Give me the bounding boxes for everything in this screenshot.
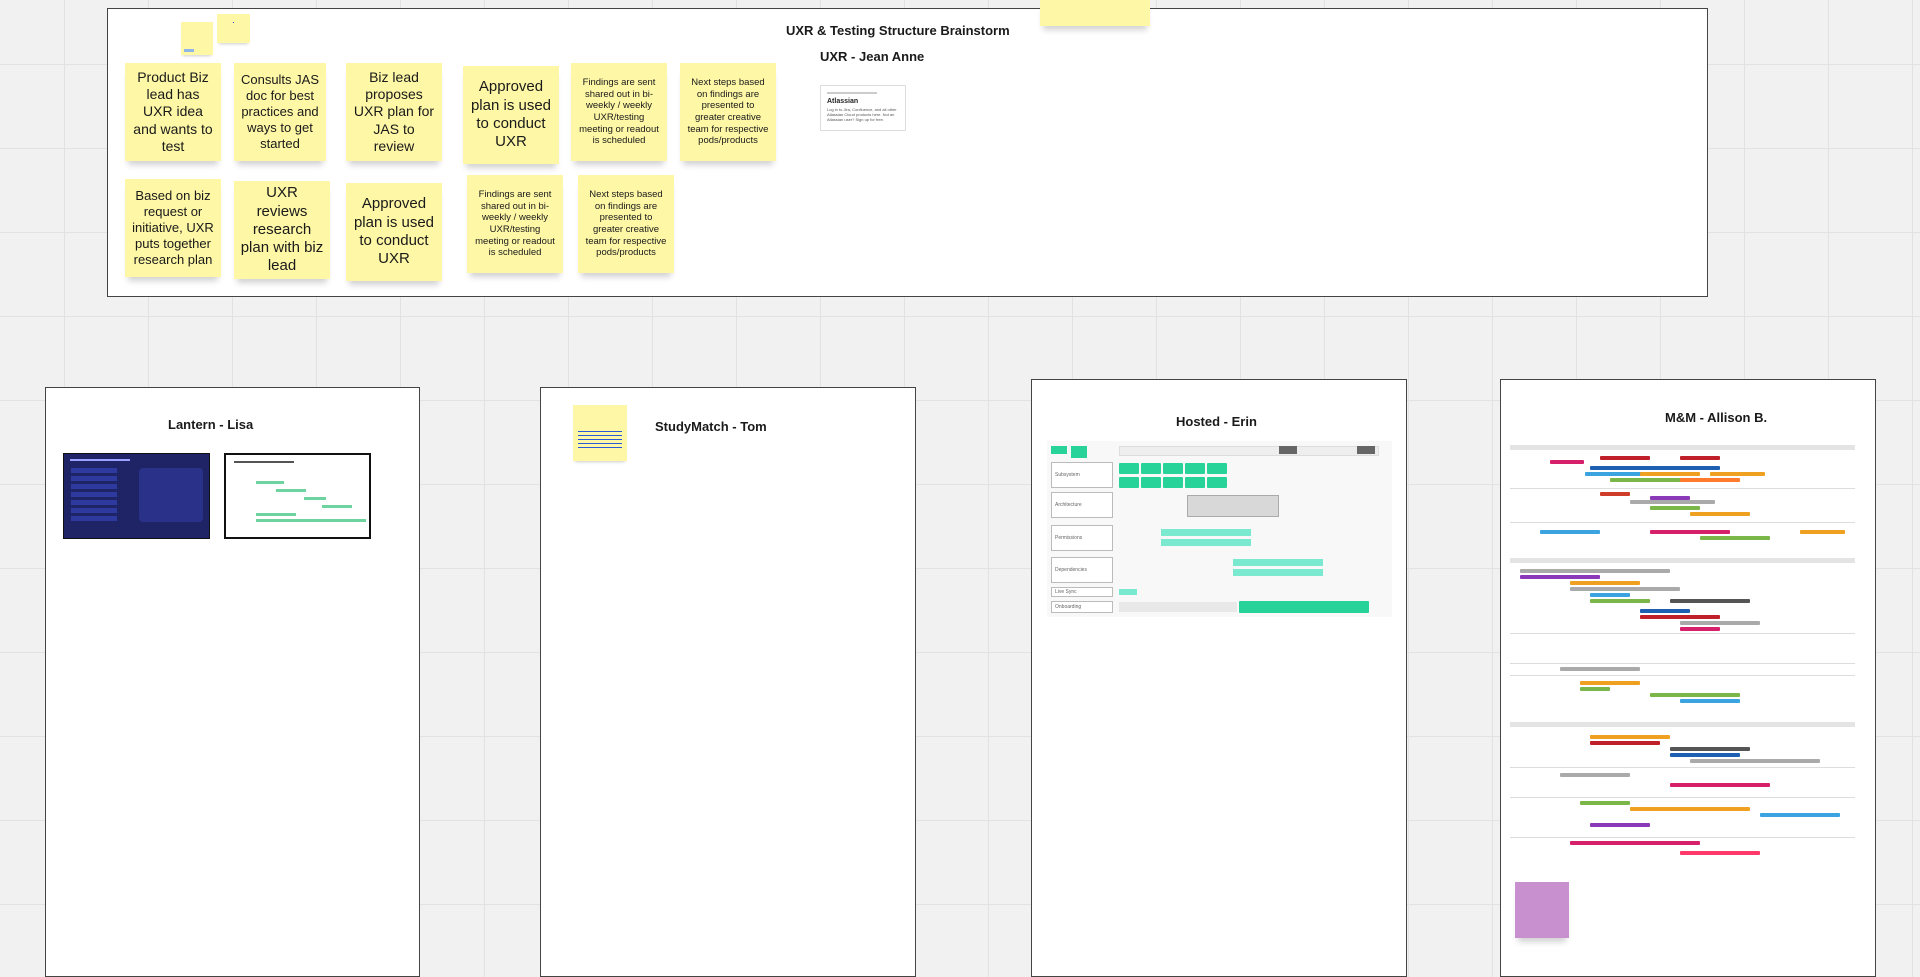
sticky-note[interactable]: Product Biz lead has UXR idea and wants … xyxy=(125,63,221,161)
sticky-note[interactable]: Next steps based on findings are present… xyxy=(680,63,776,161)
frame-title: Hosted - Erin xyxy=(1176,414,1257,429)
sticky-note[interactable]: Approved plan is used to conduct UXR xyxy=(463,66,559,164)
frame-title: M&M - Allison B. xyxy=(1665,410,1768,425)
purple-sticky-note[interactable] xyxy=(1515,882,1569,938)
brainstorm-frame[interactable]: UXR & Testing Structure Brainstorm UXR -… xyxy=(107,8,1708,297)
lantern-frame[interactable]: Lantern - Lisa xyxy=(45,387,420,977)
studymatch-frame[interactable]: StudyMatch - Tom xyxy=(540,387,916,977)
frame-title: StudyMatch - Tom xyxy=(655,419,767,434)
frame-title: Lantern - Lisa xyxy=(168,417,254,432)
mm-frame[interactable]: M&M - Allison B. xyxy=(1500,379,1876,977)
timeline-row-label: Onboarding xyxy=(1051,601,1113,613)
sticky-note[interactable]: Findings are sent shared out in bi-weekl… xyxy=(571,63,667,161)
atlassian-link-card[interactable]: Atlassian Log in to Jira, Confluence, an… xyxy=(820,85,906,131)
sticky-note[interactable]: UXR reviews research plan with biz lead xyxy=(234,181,330,279)
timeline-row-label: Subsystem xyxy=(1051,462,1113,488)
lantern-slide-thumbnail[interactable] xyxy=(63,453,210,539)
frame-subtitle: UXR - Jean Anne xyxy=(820,49,925,64)
hosted-frame[interactable]: Hosted - Erin Subsystem Architecture Per… xyxy=(1031,379,1407,977)
timeline-row-label: Dependencies xyxy=(1051,557,1113,583)
timeline-row-label: Live Sync xyxy=(1051,587,1113,597)
mm-timeline-chart-2[interactable] xyxy=(1510,558,1855,703)
frame-title: UXR & Testing Structure Brainstorm xyxy=(786,23,1010,38)
mini-sticky-note[interactable] xyxy=(181,22,213,55)
hosted-timeline-chart[interactable]: Subsystem Architecture Permissions Depen… xyxy=(1047,441,1392,617)
card-body: Log in to Jira, Confluence, and all othe… xyxy=(827,107,897,123)
mini-sticky-link[interactable] xyxy=(217,14,250,43)
sticky-note[interactable]: Based on biz request or initiative, UXR … xyxy=(125,179,221,277)
mm-timeline-chart-3[interactable] xyxy=(1510,722,1855,857)
lantern-roadmap-thumbnail[interactable] xyxy=(224,453,371,539)
mm-timeline-chart-1[interactable] xyxy=(1510,445,1855,541)
sticky-note[interactable]: Consults JAS doc for best practices and … xyxy=(234,63,326,161)
sticky-note[interactable]: Next steps based on findings are present… xyxy=(578,175,674,273)
timeline-row-label: Architecture xyxy=(1051,492,1113,518)
sticky-note[interactable]: Findings are sent shared out in bi-weekl… xyxy=(467,175,563,273)
card-title: Atlassian xyxy=(827,98,859,105)
sticky-note[interactable]: Approved plan is used to conduct UXR xyxy=(346,183,442,281)
sticky-note[interactable]: Biz lead proposes UXR plan for JAS to re… xyxy=(346,63,442,161)
timeline-row-label: Permissions xyxy=(1051,525,1113,551)
link-sticky-note[interactable] xyxy=(573,405,627,461)
sticky-note-offscreen[interactable] xyxy=(1040,0,1150,26)
